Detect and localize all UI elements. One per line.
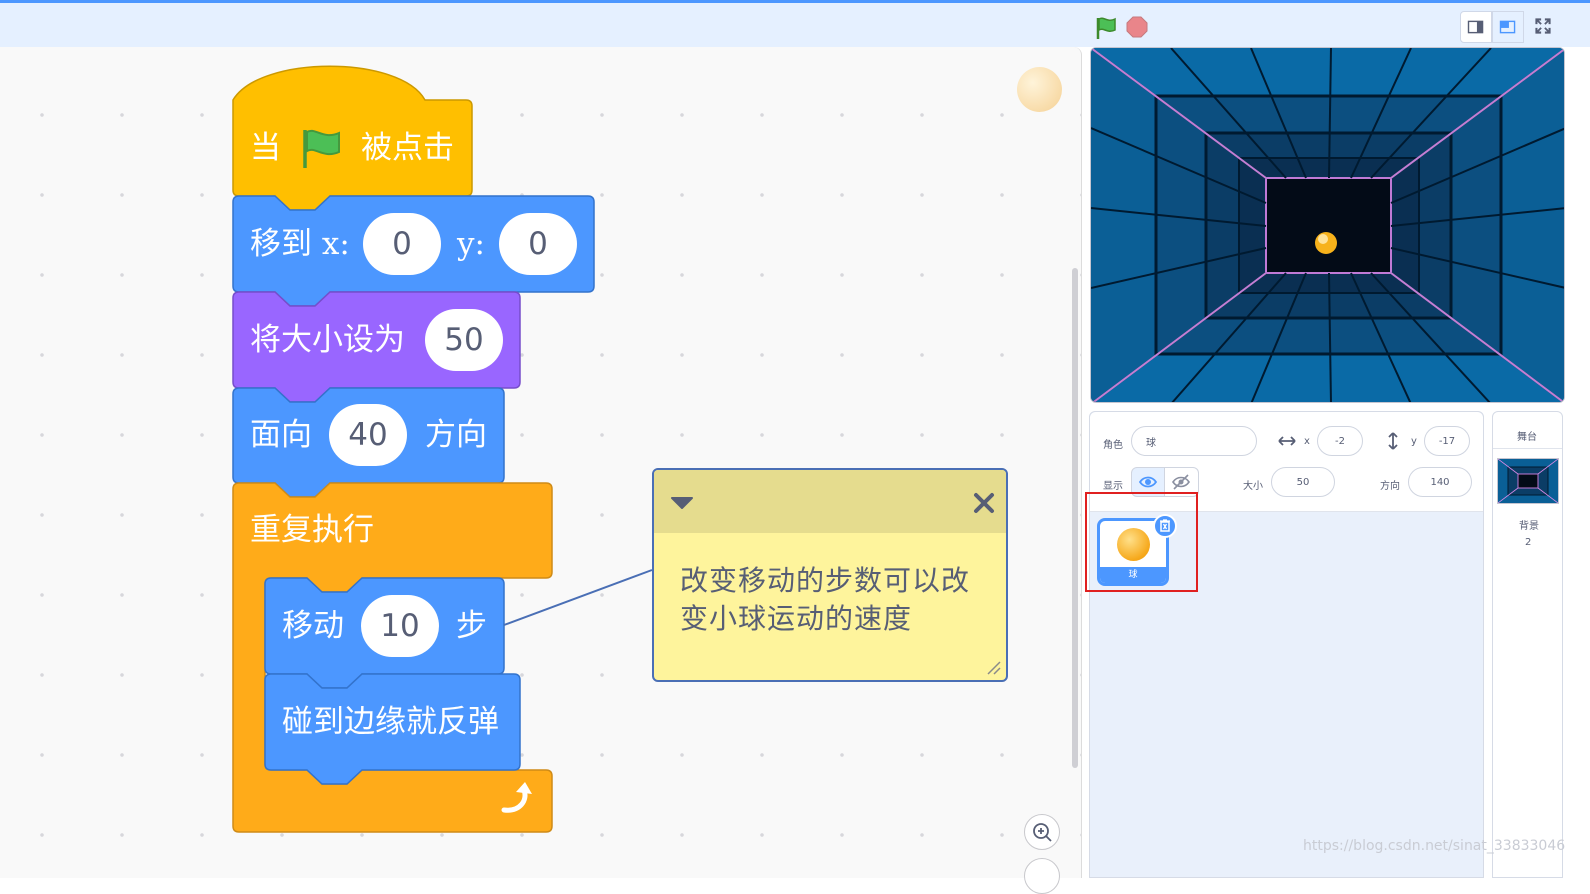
size-field[interactable]: 50 xyxy=(1271,467,1335,497)
size-input[interactable]: 50 xyxy=(425,309,503,371)
green-flag-icon xyxy=(303,129,340,168)
move-suffix-label: 步 xyxy=(456,608,487,644)
collapse-icon[interactable] xyxy=(670,496,694,510)
size-label: 大小 xyxy=(1243,481,1263,492)
when-flag-clicked-block[interactable]: 当 被点击 xyxy=(233,100,473,196)
comment-header[interactable] xyxy=(654,470,1006,533)
backdrop-thumbnail[interactable] xyxy=(1497,458,1559,504)
fullscreen-button[interactable] xyxy=(1528,11,1560,43)
direction-label: 方向 xyxy=(1380,481,1400,492)
sprite-pane: 角色 球 x -2 y -17 显示 大小 50 方向 140 球 xyxy=(1089,411,1484,878)
y-label: y xyxy=(1411,436,1417,447)
x-position-icon xyxy=(1278,436,1296,446)
backdrop-thumbnail-image xyxy=(1497,458,1559,504)
direction-field[interactable]: 140 xyxy=(1408,467,1472,497)
steps-input[interactable]: 10 xyxy=(361,595,439,657)
small-stage-button[interactable] xyxy=(1460,11,1492,43)
point-label: 面向 xyxy=(250,417,312,453)
goto-y-label: y: xyxy=(457,226,485,262)
sprite-name-input[interactable]: 球 xyxy=(1131,426,1257,456)
forever-label: 重复执行 xyxy=(250,512,374,548)
goto-xy-block[interactable]: 移到 x: 0 y: 0 xyxy=(233,196,594,292)
show-label: 显示 xyxy=(1103,481,1123,492)
x-label: x xyxy=(1304,436,1310,447)
stage-canvas[interactable] xyxy=(1090,47,1565,403)
backdrop-count: 2 xyxy=(1525,537,1532,548)
green-flag-icon[interactable] xyxy=(1093,15,1119,41)
forever-block[interactable]: 重复执行 xyxy=(233,483,552,578)
stage-selector-pane[interactable]: 舞台 背景 2 xyxy=(1492,411,1563,878)
normal-stage-button[interactable] xyxy=(1492,11,1524,43)
move-steps-block[interactable]: 移动 10 步 xyxy=(265,578,504,674)
x-input[interactable]: -2 xyxy=(1317,426,1363,456)
highlight-box xyxy=(1085,492,1198,592)
stop-icon[interactable] xyxy=(1126,16,1148,38)
move-label: 移动 xyxy=(282,608,344,644)
normal-stage-icon xyxy=(1499,20,1516,34)
hat-prefix-label: 当 xyxy=(250,130,281,166)
bounce-on-edge-block[interactable]: 碰到边缘就反弹 xyxy=(265,674,520,770)
goto-label: 移到 x: xyxy=(250,226,350,262)
workspace-comment[interactable]: 改变移动的步数可以改变小球运动的速度 xyxy=(652,468,1008,682)
stage-divider xyxy=(1493,448,1562,449)
point-suffix-label: 方向 xyxy=(425,417,487,453)
goto-x-input[interactable]: 0 xyxy=(363,213,441,275)
stage-title: 舞台 xyxy=(1517,432,1537,443)
zoom-in-icon xyxy=(1033,823,1052,842)
script-shapes xyxy=(232,65,653,833)
watermark: https://blog.csdn.net/sinat_33833046 xyxy=(1303,838,1566,854)
zoom-in-button[interactable] xyxy=(1024,814,1060,850)
resize-handle-icon[interactable] xyxy=(986,660,1002,676)
y-position-icon xyxy=(1388,432,1398,450)
y-input[interactable]: -17 xyxy=(1424,426,1470,456)
small-stage-icon xyxy=(1467,20,1484,34)
hat-suffix-label: 被点击 xyxy=(361,130,454,166)
set-size-label: 将大小设为 xyxy=(250,322,405,358)
tunnel-backdrop xyxy=(1091,48,1564,402)
zoom-out-button[interactable] xyxy=(1024,858,1060,894)
set-size-block[interactable]: 将大小设为 50 xyxy=(233,292,520,388)
bounce-label: 碰到边缘就反弹 xyxy=(282,704,499,740)
backdrop-label: 背景 xyxy=(1519,521,1539,532)
fullscreen-icon xyxy=(1535,18,1551,34)
point-direction-block[interactable]: 面向 40 方向 xyxy=(233,388,504,483)
goto-y-input[interactable]: 0 xyxy=(499,213,577,275)
direction-input[interactable]: 40 xyxy=(329,404,407,466)
sprite-name-label: 角色 xyxy=(1103,440,1123,451)
close-icon[interactable] xyxy=(972,491,996,515)
sprite-name-value: 球 xyxy=(1146,437,1156,449)
comment-text[interactable]: 改变移动的步数可以改变小球运动的速度 xyxy=(680,562,980,638)
